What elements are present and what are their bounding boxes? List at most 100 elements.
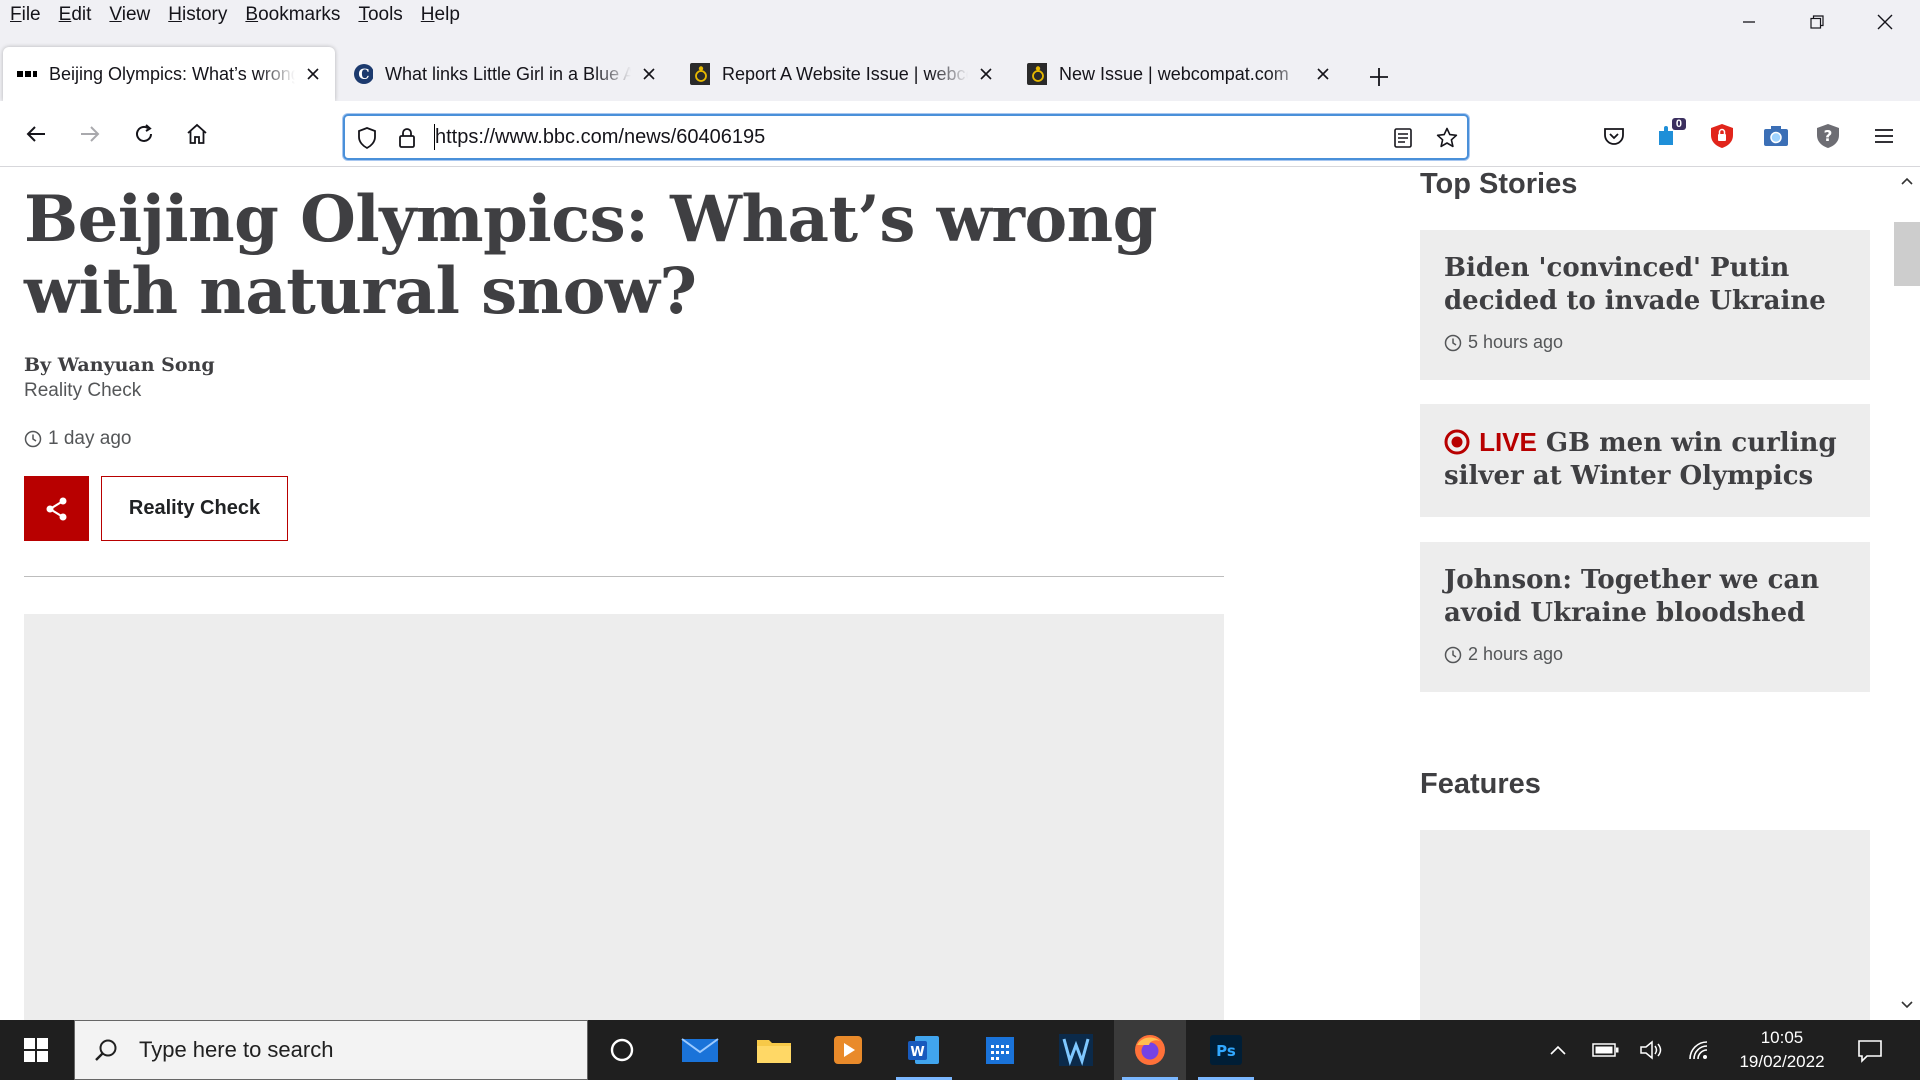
story-time-text: 5 hours ago: [1468, 332, 1564, 352]
help-extension-button[interactable]: ?: [1814, 122, 1842, 150]
menu-bookmarks[interactable]: Bookmarks: [245, 4, 340, 26]
back-button[interactable]: [18, 116, 54, 152]
network-button[interactable]: [1686, 1036, 1714, 1064]
menu-label-rest: ools: [367, 4, 403, 25]
extension-blue-button[interactable]: 0: [1654, 118, 1686, 150]
mail-app-button[interactable]: [664, 1020, 736, 1080]
home-button[interactable]: [179, 116, 215, 152]
taskbar-search-box[interactable]: Type here to search: [74, 1020, 588, 1080]
menu-label-rest: dit: [71, 4, 92, 25]
share-button[interactable]: [24, 476, 89, 541]
top-story-card[interactable]: Johnson: Together we can avoid Ukraine b…: [1420, 542, 1870, 692]
menu-edit[interactable]: Edit: [59, 4, 92, 26]
menu-tools[interactable]: Tools: [358, 4, 402, 26]
menu-access-key: H: [168, 4, 182, 25]
new-tab-button[interactable]: [1362, 60, 1396, 94]
reload-button[interactable]: [126, 116, 162, 152]
navigation-toolbar: https://www.bbc.com/news/60406195: [0, 101, 1920, 167]
menu-label-rest: iew: [121, 4, 151, 25]
photoshop-icon: Ps: [1210, 1035, 1242, 1065]
calendar-app-button[interactable]: [964, 1020, 1036, 1080]
story-title[interactable]: LIVE GB men win curling silver at Winter…: [1444, 426, 1854, 493]
menu-access-key: T: [358, 4, 368, 25]
show-hidden-icons-button[interactable]: [1544, 1036, 1572, 1064]
folder-icon: [757, 1040, 791, 1063]
share-icon: [46, 497, 66, 520]
live-indicator-icon: [1444, 429, 1470, 455]
scroll-down-arrow-icon[interactable]: [1900, 998, 1914, 1012]
tracking-protection-shield-icon[interactable]: [355, 126, 379, 150]
forward-button[interactable]: [72, 116, 108, 152]
app-launcher-button[interactable]: [1040, 1020, 1112, 1080]
url-bar[interactable]: https://www.bbc.com/news/60406195: [343, 114, 1469, 160]
menu-help[interactable]: Help: [421, 4, 460, 26]
menu-view[interactable]: View: [109, 4, 150, 26]
pocket-button[interactable]: [1600, 122, 1628, 150]
search-placeholder: Type here to search: [139, 1037, 334, 1062]
feature-card-placeholder[interactable]: [1420, 830, 1870, 1020]
menu-access-key: V: [109, 4, 122, 25]
tab-report-issue[interactable]: Report A Website Issue | webcompat.com: [676, 47, 1008, 101]
battery-button[interactable]: [1592, 1036, 1620, 1064]
file-explorer-button[interactable]: [738, 1020, 810, 1080]
tab-strip: Beijing Olympics: What’s wrong with natu…: [0, 30, 1920, 102]
menu-label-rest: istory: [181, 4, 228, 25]
start-button[interactable]: [0, 1020, 72, 1080]
tab-close-button[interactable]: [301, 62, 325, 86]
ublock-button[interactable]: [1708, 122, 1736, 150]
windows-taskbar: Type here to search W Ps 10:05 19/02/202…: [0, 1020, 1920, 1080]
tab-new-issue[interactable]: New Issue | webcompat.com: [1013, 47, 1345, 101]
close-icon: [1317, 68, 1329, 80]
tab-bbc-article[interactable]: Beijing Olympics: What’s wrong with natu…: [3, 47, 335, 101]
firefox-app-button[interactable]: [1114, 1020, 1186, 1080]
screenshot-extension-button[interactable]: [1762, 122, 1790, 150]
word-app-button[interactable]: W: [888, 1020, 960, 1080]
svg-text:?: ?: [1824, 127, 1833, 145]
vertical-scrollbar[interactable]: [1894, 168, 1920, 1020]
tab-close-button[interactable]: [1311, 62, 1335, 86]
scrollbar-thumb[interactable]: [1894, 222, 1920, 286]
top-stories-heading: Top Stories: [1420, 168, 1578, 200]
topic-reality-check-button[interactable]: Reality Check: [101, 476, 288, 541]
menu-history[interactable]: History: [168, 4, 227, 26]
bookmark-star-icon[interactable]: [1435, 126, 1459, 150]
story-timestamp: 5 hours ago: [1444, 332, 1563, 353]
ublock-shield-icon: [1711, 124, 1733, 148]
svg-text:C: C: [358, 67, 369, 83]
clock-icon: [24, 430, 42, 448]
tab-wikipedia[interactable]: C What links Little Girl in a Blue Armch…: [339, 47, 671, 101]
battery-icon: [1592, 1043, 1619, 1057]
home-icon: [187, 123, 207, 144]
cortana-button[interactable]: [586, 1020, 658, 1080]
search-icon: [91, 1035, 121, 1065]
timestamp-text: 1 day ago: [48, 428, 132, 449]
top-story-card[interactable]: Biden 'convinced' Putin decided to invad…: [1420, 230, 1870, 380]
reader-view-icon[interactable]: [1391, 126, 1415, 150]
page-content: Beijing Olympics: What’s wrong with natu…: [0, 168, 1920, 1020]
firefox-icon: [1135, 1035, 1165, 1065]
lock-icon[interactable]: [395, 126, 419, 150]
stylized-j-app-icon: [1059, 1034, 1093, 1066]
tab-close-button[interactable]: [974, 62, 998, 86]
forward-arrow-icon: [81, 126, 100, 142]
extension-badge: 0: [1671, 118, 1686, 130]
action-center-button[interactable]: [1850, 1034, 1890, 1068]
scroll-up-arrow-icon[interactable]: [1900, 174, 1914, 188]
photoshop-app-button[interactable]: Ps: [1190, 1020, 1262, 1080]
tab-close-button[interactable]: [637, 62, 661, 86]
mail-icon: [681, 1038, 719, 1062]
media-player-button[interactable]: [812, 1020, 884, 1080]
story-title[interactable]: Johnson: Together we can avoid Ukraine b…: [1444, 564, 1854, 630]
menu-access-key: H: [420, 4, 435, 25]
media-player-icon: [834, 1036, 862, 1064]
app-menu-button[interactable]: [1870, 122, 1898, 150]
menu-file[interactable]: File: [10, 4, 41, 26]
volume-button[interactable]: [1638, 1036, 1666, 1064]
menu-access-key: E: [58, 4, 72, 25]
wikipedia-icon: C: [353, 64, 373, 84]
story-title[interactable]: Biden 'convinced' Putin decided to invad…: [1444, 252, 1854, 318]
top-story-card-live[interactable]: LIVE GB men win curling silver at Winter…: [1420, 404, 1870, 517]
system-clock[interactable]: 10:05 19/02/2022: [1720, 1026, 1844, 1074]
url-text[interactable]: https://www.bbc.com/news/60406195: [435, 126, 765, 149]
word-icon: W: [908, 1036, 939, 1064]
